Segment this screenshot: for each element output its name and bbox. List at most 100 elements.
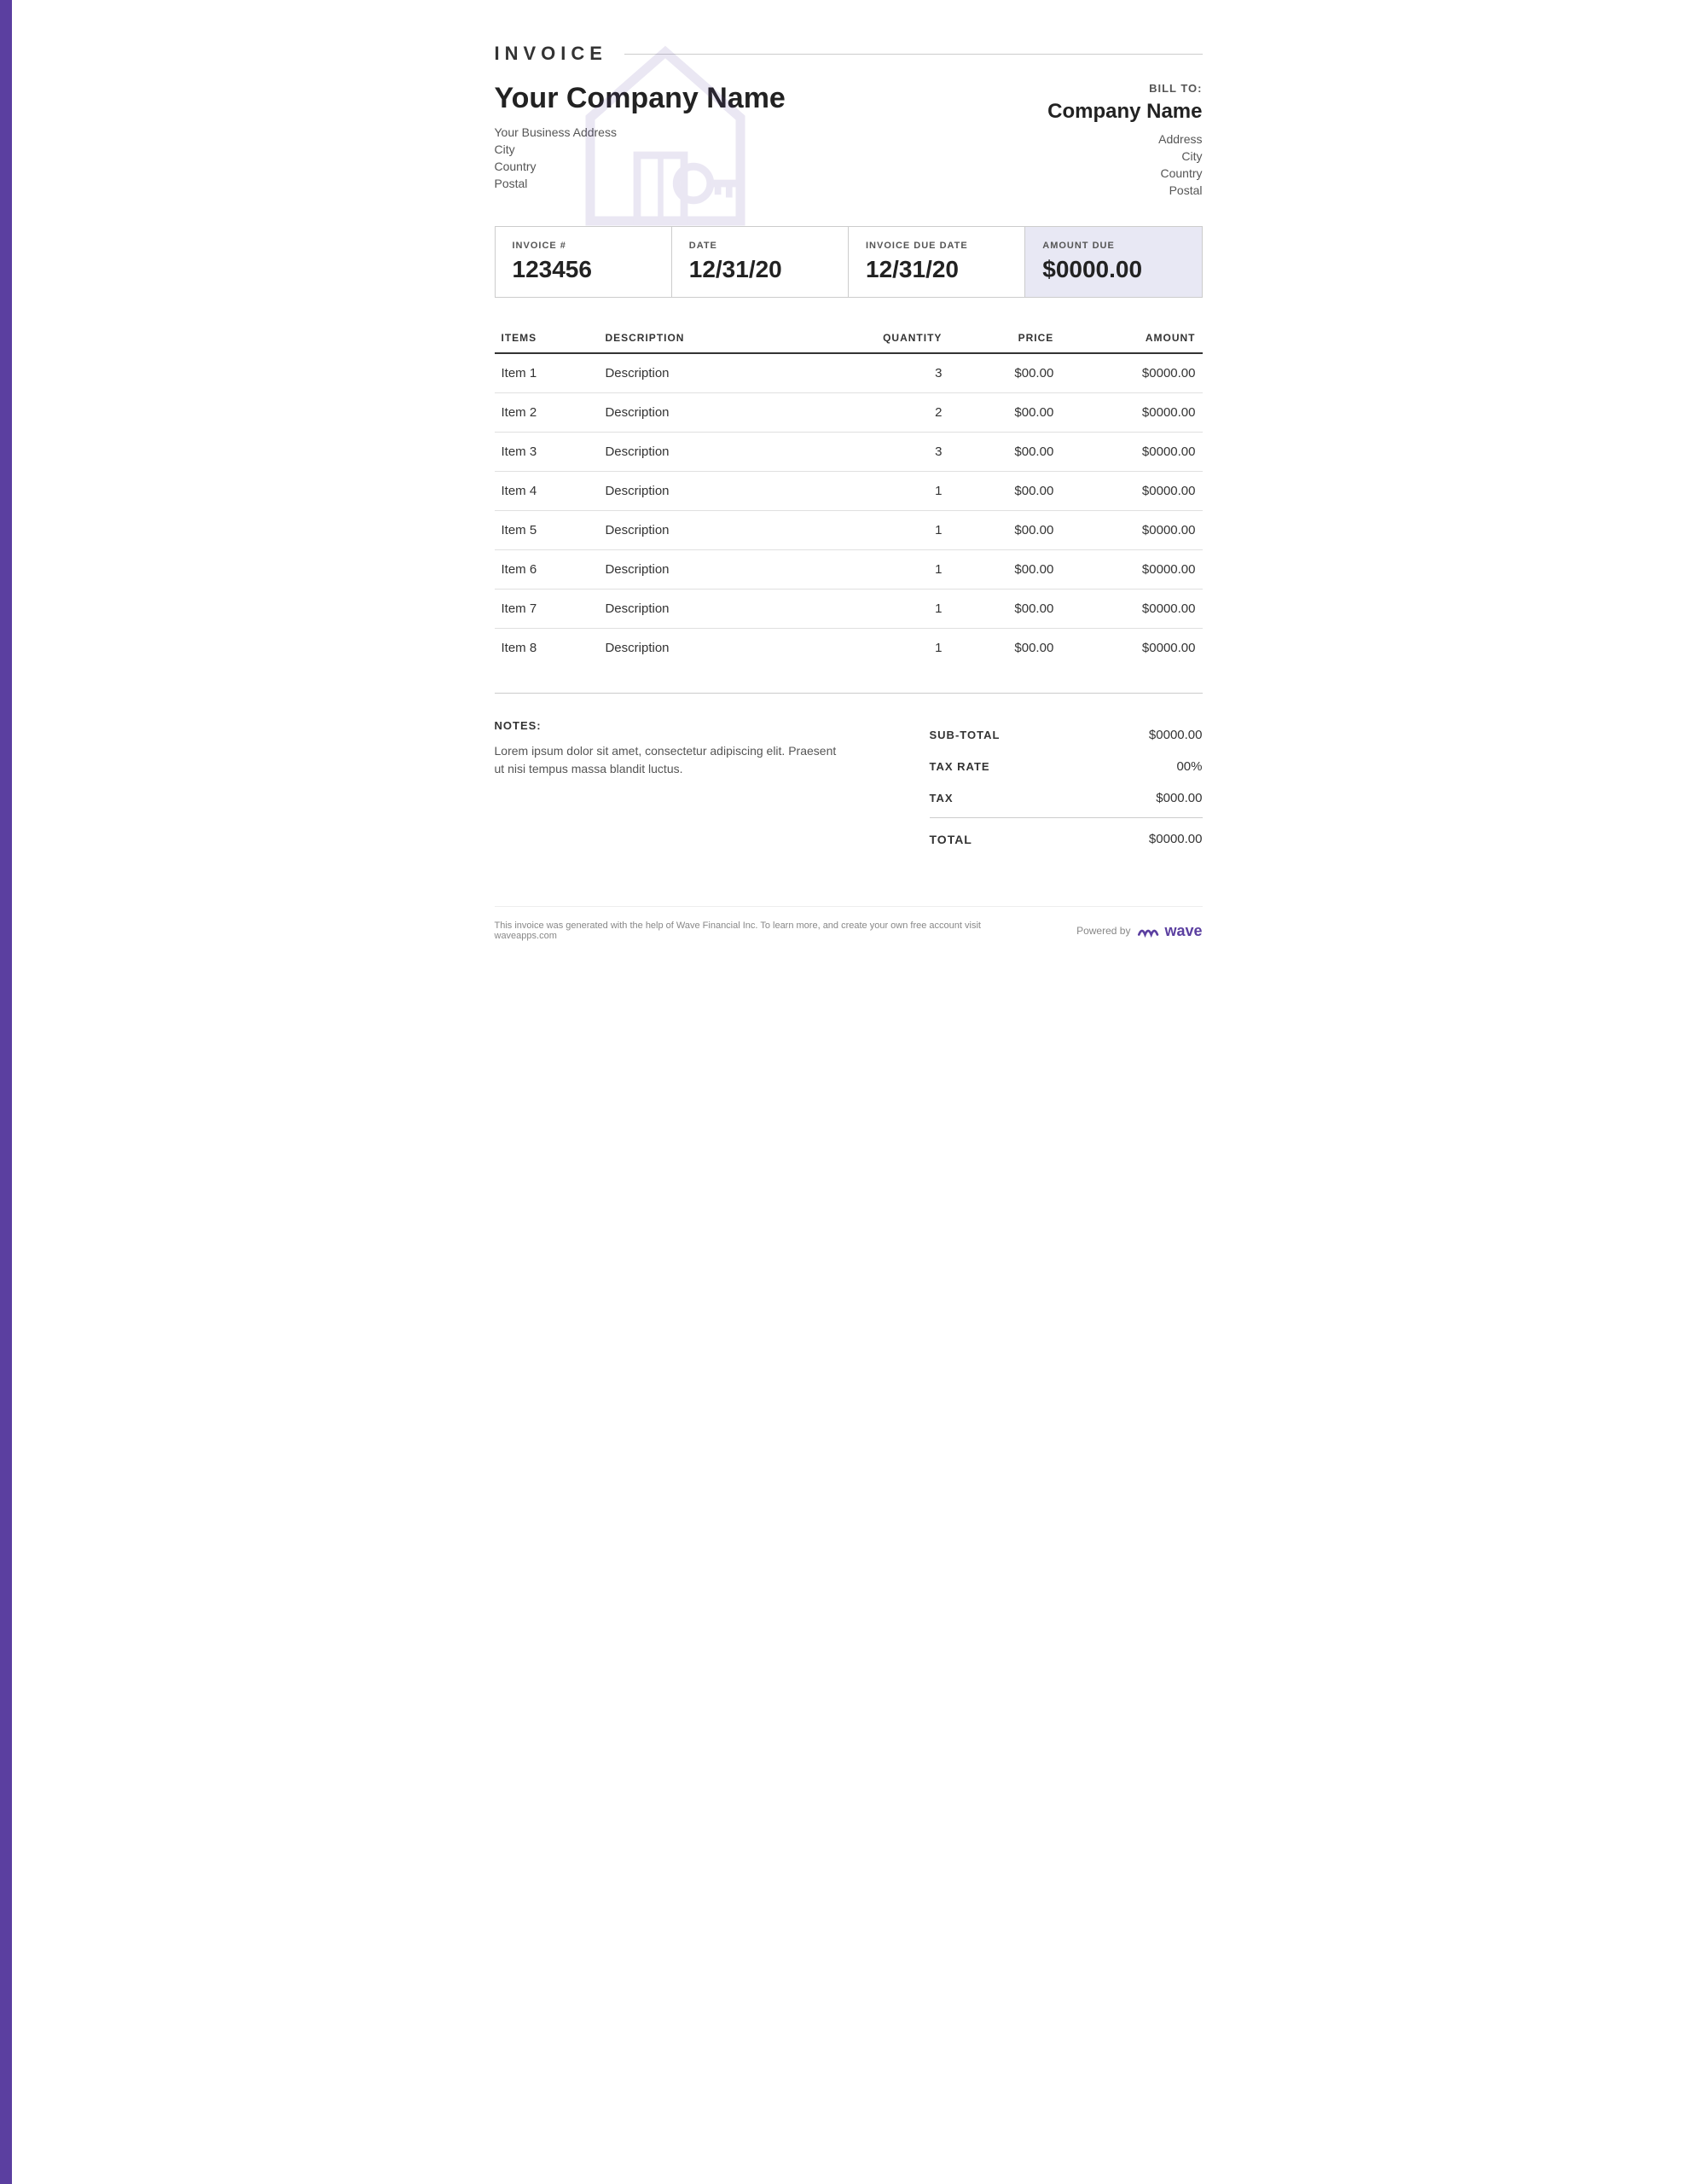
item-price: $00.00 (948, 590, 1060, 629)
col-amount: AMOUNT (1060, 323, 1202, 353)
wave-label: wave (1164, 922, 1202, 940)
item-name: Item 4 (495, 472, 599, 511)
col-items: ITEMS (495, 323, 599, 353)
bill-company-name: Company Name (1015, 100, 1203, 124)
meta-invoice-num: INVOICE # 123456 (496, 227, 672, 297)
invoice-num-value: 123456 (513, 256, 654, 283)
meta-amount-due: AMOUNT DUE $0000.00 (1025, 227, 1201, 297)
item-name: Item 3 (495, 433, 599, 472)
item-name: Item 6 (495, 550, 599, 590)
subtotal-value: $0000.00 (1149, 728, 1203, 742)
footer-text: This invoice was generated with the help… (495, 921, 1006, 941)
table-row: Item 3 Description 3 $00.00 $0000.00 (495, 433, 1203, 472)
item-quantity: 3 (795, 353, 948, 393)
company-name: Your Company Name (495, 82, 1015, 115)
company-section: Your Company Name Your Business Address … (495, 82, 1015, 194)
item-amount: $0000.00 (1060, 353, 1202, 393)
bill-address: Address (1015, 132, 1203, 146)
meta-due-date: INVOICE DUE DATE 12/31/20 (849, 227, 1025, 297)
bill-to-section: BILL TO: Company Name Address City Count… (1015, 82, 1203, 200)
table-row: Item 7 Description 1 $00.00 $0000.00 (495, 590, 1203, 629)
table-row: Item 6 Description 1 $00.00 $0000.00 (495, 550, 1203, 590)
title-divider (624, 54, 1203, 55)
table-row: Item 2 Description 2 $00.00 $0000.00 (495, 393, 1203, 433)
totals-divider (930, 817, 1203, 818)
invoice-meta: INVOICE # 123456 DATE 12/31/20 INVOICE D… (495, 226, 1203, 298)
item-description: Description (598, 590, 795, 629)
item-quantity: 2 (795, 393, 948, 433)
wave-icon (1137, 923, 1161, 938)
tax-row: TAX $000.00 (930, 782, 1203, 814)
invoice-num-label: INVOICE # (513, 241, 654, 251)
item-price: $00.00 (948, 472, 1060, 511)
subtotal-label: SUB-TOTAL (930, 729, 1001, 741)
item-amount: $0000.00 (1060, 590, 1202, 629)
item-name: Item 8 (495, 629, 599, 668)
item-description: Description (598, 393, 795, 433)
col-description: DESCRIPTION (598, 323, 795, 353)
company-city: City (495, 142, 1015, 156)
item-name: Item 7 (495, 590, 599, 629)
bill-to-label: BILL TO: (1015, 82, 1203, 95)
item-description: Description (598, 511, 795, 550)
wave-logo: wave (1137, 922, 1202, 940)
item-quantity: 1 (795, 472, 948, 511)
header-section: Your Company Name Your Business Address … (495, 82, 1203, 200)
item-quantity: 1 (795, 550, 948, 590)
invoice-title-row: INVOICE (495, 43, 1203, 65)
item-price: $00.00 (948, 511, 1060, 550)
total-row: TOTAL $0000.00 (930, 822, 1203, 855)
item-description: Description (598, 472, 795, 511)
footer-message: This invoice was generated with the help… (495, 921, 981, 941)
amount-due-value: $0000.00 (1042, 256, 1184, 283)
item-description: Description (598, 353, 795, 393)
col-quantity: QUANTITY (795, 323, 948, 353)
item-name: Item 5 (495, 511, 599, 550)
item-quantity: 1 (795, 629, 948, 668)
subtotal-row: SUB-TOTAL $0000.00 (930, 719, 1203, 751)
powered-label: Powered by (1076, 925, 1130, 937)
table-row: Item 1 Description 3 $00.00 $0000.00 (495, 353, 1203, 393)
item-quantity: 3 (795, 433, 948, 472)
due-date-value: 12/31/20 (866, 256, 1007, 283)
table-row: Item 5 Description 1 $00.00 $0000.00 (495, 511, 1203, 550)
invoice-title: INVOICE (495, 43, 607, 65)
notes-section: NOTES: Lorem ipsum dolor sit amet, conse… (495, 719, 849, 778)
tax-rate-row: TAX RATE 00% (930, 751, 1203, 782)
item-name: Item 2 (495, 393, 599, 433)
table-header-row: ITEMS DESCRIPTION QUANTITY PRICE AMOUNT (495, 323, 1203, 353)
item-amount: $0000.00 (1060, 550, 1202, 590)
col-price: PRICE (948, 323, 1060, 353)
bill-country: Country (1015, 166, 1203, 180)
item-quantity: 1 (795, 511, 948, 550)
item-description: Description (598, 550, 795, 590)
item-amount: $0000.00 (1060, 393, 1202, 433)
item-price: $00.00 (948, 550, 1060, 590)
notes-label: NOTES: (495, 719, 849, 732)
item-amount: $0000.00 (1060, 433, 1202, 472)
company-country: Country (495, 160, 1015, 173)
item-name: Item 1 (495, 353, 599, 393)
table-row: Item 8 Description 1 $00.00 $0000.00 (495, 629, 1203, 668)
due-date-label: INVOICE DUE DATE (866, 241, 1007, 251)
item-price: $00.00 (948, 629, 1060, 668)
item-price: $00.00 (948, 433, 1060, 472)
company-address: Your Business Address (495, 125, 1015, 139)
bottom-section: NOTES: Lorem ipsum dolor sit amet, conse… (495, 693, 1203, 855)
notes-text: Lorem ipsum dolor sit amet, consectetur … (495, 742, 849, 778)
item-description: Description (598, 629, 795, 668)
item-amount: $0000.00 (1060, 472, 1202, 511)
total-value: $0000.00 (1149, 832, 1203, 846)
tax-label: TAX (930, 792, 954, 804)
items-table: ITEMS DESCRIPTION QUANTITY PRICE AMOUNT … (495, 323, 1203, 667)
item-price: $00.00 (948, 353, 1060, 393)
item-quantity: 1 (795, 590, 948, 629)
accent-bar (0, 0, 12, 2184)
company-postal: Postal (495, 177, 1015, 190)
powered-by: Powered by wave (1076, 922, 1202, 940)
date-value: 12/31/20 (689, 256, 831, 283)
bill-postal: Postal (1015, 183, 1203, 197)
total-label: TOTAL (930, 833, 972, 846)
tax-value: $000.00 (1156, 791, 1202, 805)
item-amount: $0000.00 (1060, 629, 1202, 668)
